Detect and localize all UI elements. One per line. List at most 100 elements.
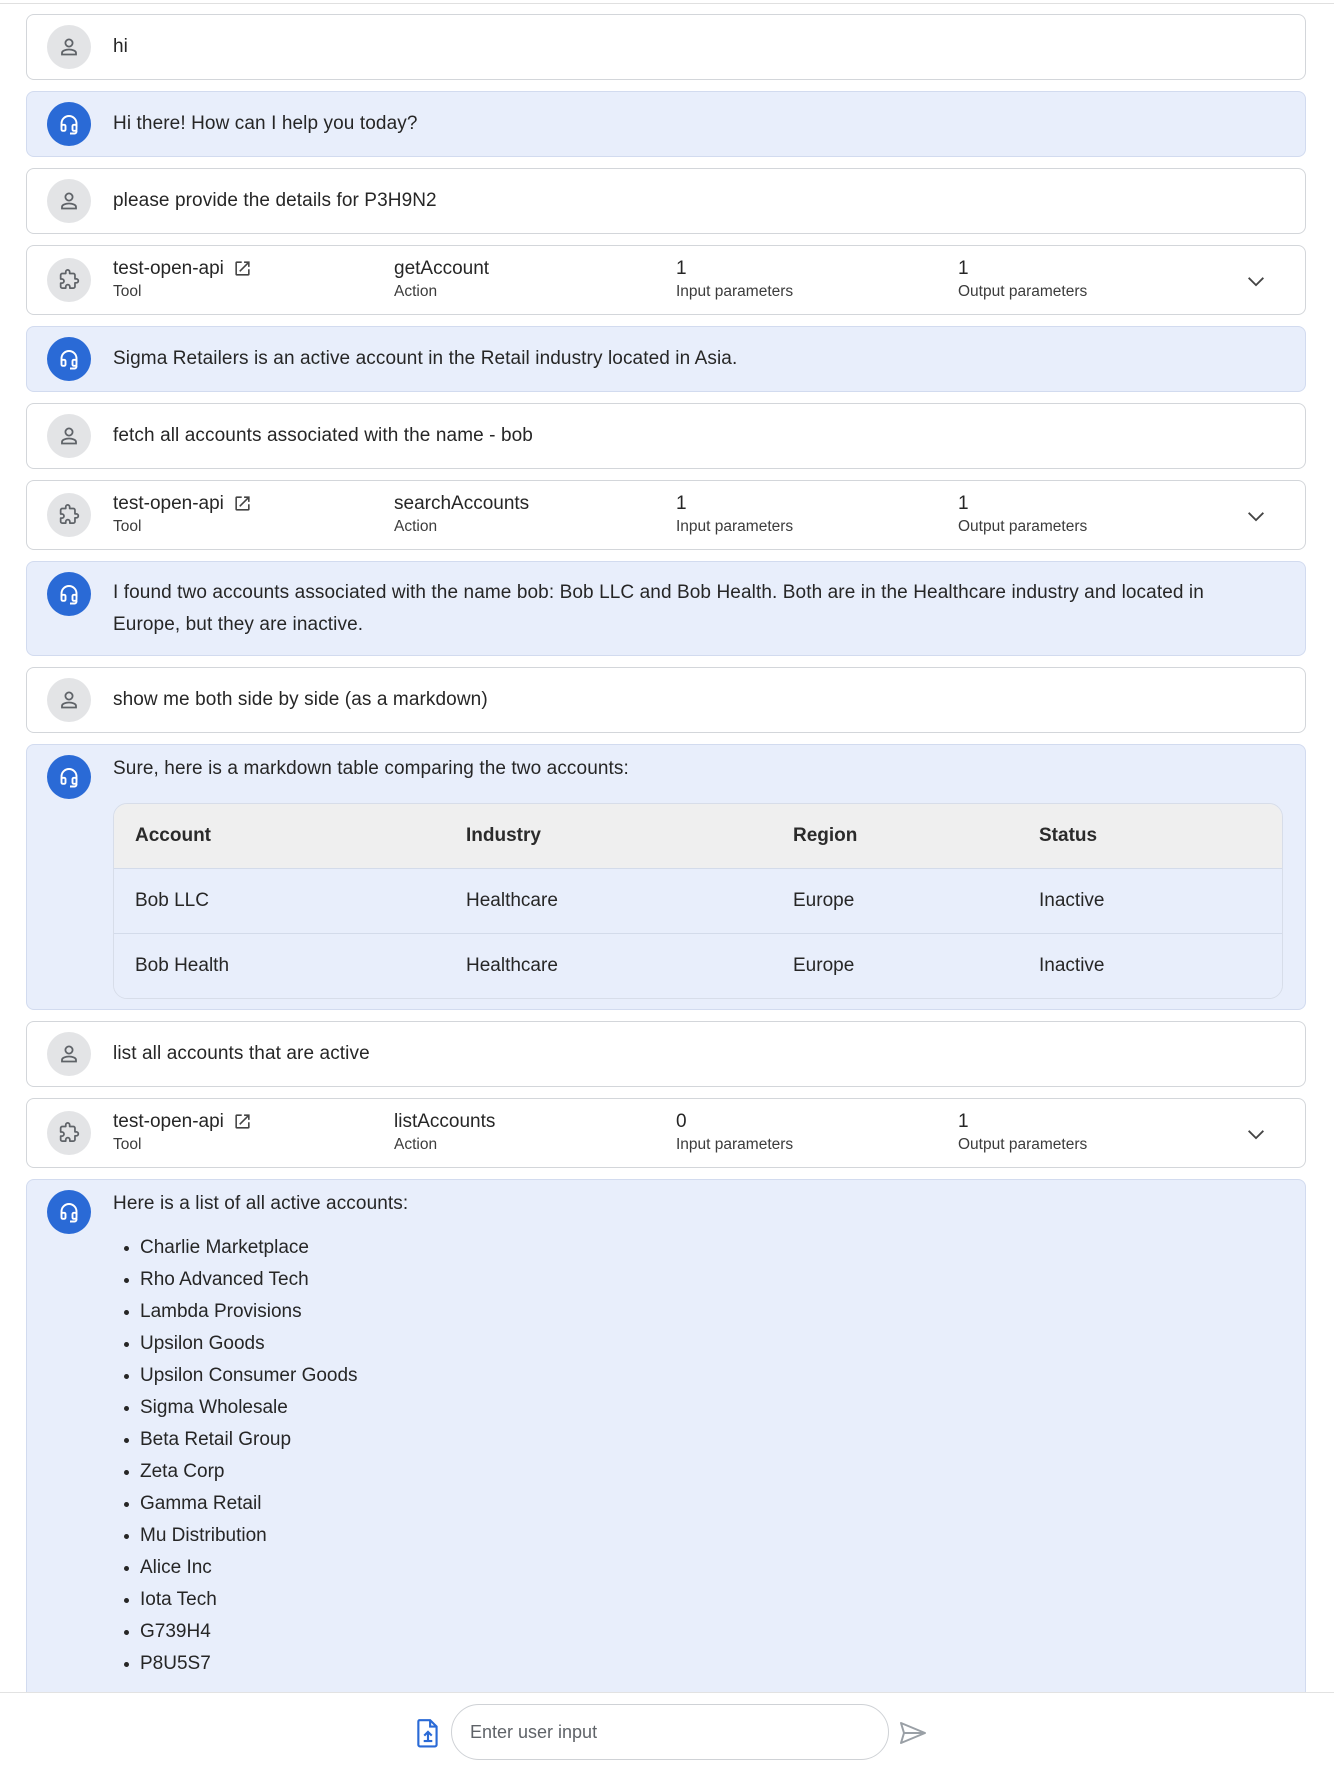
input-count: 0 [676,1110,687,1132]
agent-message: Sigma Retailers is an active account in … [26,326,1306,392]
tool-name: test-open-api [113,257,224,279]
agent-message: Hi there! How can I help you today? [26,91,1306,157]
input-label: Input parameters [676,283,794,300]
list-item: Charlie Marketplace [124,1232,1305,1264]
chevron-down-icon[interactable] [1245,270,1267,292]
tool-label: Tool [113,518,142,535]
output-count: 1 [958,492,969,514]
person-icon [47,414,91,458]
action-label: Action [394,1136,438,1153]
table-cell: Europe [793,890,855,911]
action-name: getAccount [394,257,490,279]
table-row: Bob Health Healthcare Europe Inactive [114,933,1282,998]
table-header-cell: Status [1039,825,1098,846]
table-cell: Europe [793,955,855,976]
open-in-new-icon[interactable] [233,259,252,278]
open-in-new-icon[interactable] [233,1112,252,1131]
output-params-column: 1 Output parameters [958,491,1087,536]
input-count: 1 [676,257,687,279]
action-column: searchAccounts Action [394,491,529,536]
tool-call-card[interactable]: test-open-api Tool getAccount Action 1 I… [26,245,1306,315]
tool-name: test-open-api [113,1110,224,1132]
message-text: fetch all accounts associated with the n… [113,425,533,446]
headset-icon [47,102,91,146]
tool-name-column: test-open-api Tool [113,491,252,536]
chat-transcript[interactable]: hi Hi there! How can I help you today? p… [26,14,1306,1692]
message-text: please provide the details for P3H9N2 [113,190,437,211]
input-params-column: 1 Input parameters [676,256,793,301]
headset-icon [47,755,91,799]
message-text: I found two accounts associated with the… [113,582,1204,635]
input-label: Input parameters [676,1136,794,1153]
list-item: Gamma Retail [124,1488,1305,1520]
list-item: Upsilon Consumer Goods [124,1360,1305,1392]
tool-label: Tool [113,1136,142,1153]
input-label: Input parameters [676,518,794,535]
tool-call-card[interactable]: test-open-api Tool searchAccounts Action… [26,480,1306,550]
table-cell: Healthcare [466,890,558,911]
message-text: Sigma Retailers is an active account in … [113,348,738,369]
extension-icon [47,258,91,302]
output-params-column: 1 Output parameters [958,256,1087,301]
action-name: listAccounts [394,1110,496,1132]
action-column: getAccount Action [394,256,489,301]
output-params-column: 1 Output parameters [958,1109,1087,1154]
agent-message: Sure, here is a markdown table comparing… [26,744,1306,1010]
table-cell: Inactive [1039,890,1105,911]
table-cell: Bob LLC [135,890,209,911]
markdown-table: Account Industry Region Status Bob LLC H… [113,803,1283,999]
headset-icon [47,1190,91,1234]
action-label: Action [394,283,438,300]
user-message: please provide the details for P3H9N2 [26,168,1306,234]
table-row: Bob LLC Healthcare Europe Inactive [114,868,1282,933]
list-item: Upsilon Goods [124,1328,1305,1360]
tool-name: test-open-api [113,492,224,514]
tool-call-card[interactable]: test-open-api Tool listAccounts Action 0… [26,1098,1306,1168]
table-cell: Inactive [1039,955,1105,976]
message-text: Here is a list of all active accounts: [113,1193,409,1214]
chevron-down-icon[interactable] [1245,1123,1267,1145]
open-in-new-icon[interactable] [233,494,252,513]
action-name: searchAccounts [394,492,530,514]
action-column: listAccounts Action [394,1109,495,1154]
table-cell: Bob Health [135,955,230,976]
agent-message: Here is a list of all active accounts: C… [26,1179,1306,1692]
output-label: Output parameters [958,1136,1088,1153]
send-icon[interactable] [898,1719,928,1747]
person-icon [47,25,91,69]
extension-icon [47,1111,91,1155]
upload-file-icon[interactable] [414,1717,442,1749]
tool-name-column: test-open-api Tool [113,256,252,301]
tool-name-column: test-open-api Tool [113,1109,252,1154]
table-header-cell: Region [793,825,858,846]
input-count: 1 [676,492,687,514]
table-header-cell: Industry [466,825,541,846]
list-item: Lambda Provisions [124,1296,1305,1328]
message-text: Hi there! How can I help you today? [113,113,418,134]
message-text: hi [113,36,128,57]
output-count: 1 [958,257,969,279]
list-item: Alice Inc [124,1552,1305,1584]
user-input[interactable] [470,1705,870,1759]
list-item: Beta Retail Group [124,1424,1305,1456]
action-label: Action [394,518,438,535]
user-message: list all accounts that are active [26,1021,1306,1087]
top-divider [0,3,1334,4]
output-count: 1 [958,1110,969,1132]
extension-icon [47,493,91,537]
account-list: Charlie Marketplace Rho Advanced Tech La… [27,1232,1305,1680]
input-params-column: 1 Input parameters [676,491,793,536]
person-icon [47,179,91,223]
headset-icon [47,572,91,616]
chevron-down-icon[interactable] [1245,505,1267,527]
composer [0,1693,1334,1772]
list-item: Iota Tech [124,1584,1305,1616]
user-input-field[interactable] [451,1704,889,1760]
agent-message: I found two accounts associated with the… [26,561,1306,656]
table-header-cell: Account [135,825,211,846]
person-icon [47,1032,91,1076]
input-params-column: 0 Input parameters [676,1109,793,1154]
list-item: Mu Distribution [124,1520,1305,1552]
table-header-row: Account Industry Region Status [114,804,1282,868]
list-item: Zeta Corp [124,1456,1305,1488]
